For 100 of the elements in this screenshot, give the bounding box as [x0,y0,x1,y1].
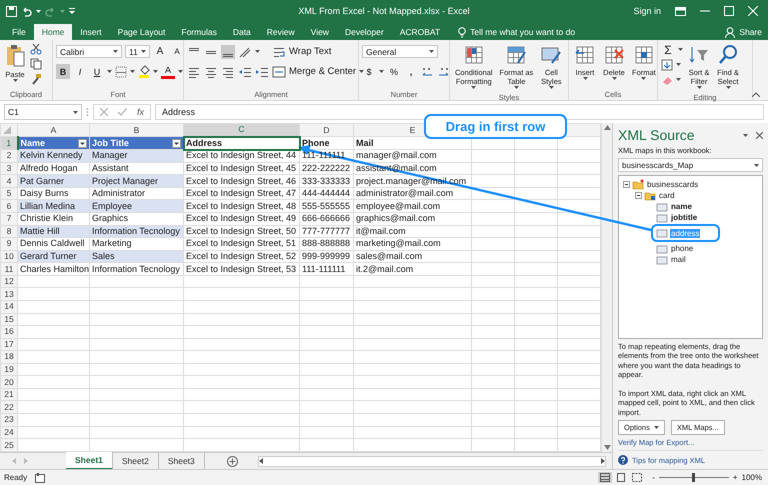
shrink-font-button[interactable]: A [170,44,184,59]
increase-decimal-icon[interactable] [421,65,434,78]
borders-icon[interactable] [115,66,127,78]
normal-view-icon[interactable] [600,473,610,482]
font-size-field[interactable]: 11 [125,45,150,58]
insert-function-button[interactable]: fx [137,107,144,117]
zoom-out-button[interactable]: - [652,473,655,482]
row-header[interactable]: 1 [0,136,18,150]
row-header[interactable]: 12 [0,275,18,288]
copy-icon[interactable] [30,58,42,70]
caret-icon[interactable] [726,86,730,89]
undo-icon[interactable] [21,6,32,16]
row-header[interactable]: 13 [0,288,18,300]
caret-icon[interactable] [676,63,681,66]
save-icon[interactable] [6,6,17,16]
caret-icon[interactable] [113,50,118,53]
caret-icon[interactable] [514,86,519,89]
page-break-icon[interactable] [632,473,642,482]
caret-icon[interactable] [36,10,41,12]
ribbon-tab[interactable]: Page Layout [110,24,174,40]
row-header[interactable]: 8 [0,225,18,238]
tree-item[interactable]: mail [670,255,687,264]
row-header[interactable]: 24 [0,426,18,439]
macro-record-icon[interactable] [35,472,46,482]
caret-icon[interactable] [654,426,659,429]
tree-item[interactable]: name [670,202,693,211]
sign-in-link[interactable]: Sign in [633,6,661,16]
comma-button[interactable]: , [404,64,418,79]
ribbon-display-icon[interactable] [675,6,686,16]
row-header[interactable]: 6 [0,200,18,212]
collapse-ribbon-icon[interactable] [752,92,760,97]
caret-icon[interactable] [548,86,554,89]
caret-icon[interactable] [130,70,135,73]
autosum-button[interactable]: Σ [661,42,675,57]
row-header[interactable]: 20 [0,376,18,388]
ribbon-tab[interactable]: ACROBAT [392,24,448,40]
currency-button[interactable]: $ [362,64,376,79]
add-sheet-icon[interactable] [226,456,238,466]
caret-icon[interactable] [696,86,702,89]
row-header[interactable]: 9 [0,238,18,250]
row-header[interactable]: 3 [0,162,18,175]
row-header[interactable]: 18 [0,350,18,364]
filter-button-icon[interactable] [78,138,87,148]
paintbrush-icon[interactable] [30,73,42,85]
wrap-text-button[interactable]: Wrap Text [289,46,332,57]
percent-button[interactable]: % [387,64,401,79]
decrease-decimal-icon[interactable] [437,65,450,78]
row-header[interactable]: 4 [0,174,18,188]
caret-icon[interactable] [141,50,146,53]
sheet-tab[interactable]: Sheet1 [66,452,113,470]
scroll-down-icon[interactable] [604,445,610,450]
caret-icon[interactable] [612,77,616,80]
row-header[interactable]: 17 [0,338,18,351]
column-header[interactable]: A [18,124,90,137]
row-header[interactable]: 16 [0,326,18,338]
caret-icon[interactable] [678,48,683,51]
column-header[interactable]: B [90,124,184,137]
caret-icon[interactable] [255,50,260,53]
scissors-icon[interactable] [30,43,42,55]
row-header[interactable]: 14 [0,300,18,313]
bold-button[interactable]: B [56,64,70,79]
tree-item[interactable]: phone [670,244,694,253]
caret-icon[interactable] [743,134,748,136]
align-bottom-icon[interactable] [221,44,235,58]
column-header[interactable]: D [300,124,354,137]
merge-cells-icon[interactable] [272,64,286,78]
tree-item[interactable]: card [658,191,676,200]
caret-icon[interactable] [73,110,78,114]
caret-icon[interactable] [153,70,158,73]
caret-icon[interactable] [429,50,434,53]
row-header[interactable]: 23 [0,414,18,426]
name-box[interactable]: C1 [4,104,82,120]
check-icon[interactable] [118,108,127,116]
close-icon[interactable] [756,132,763,138]
customize-toolbar-icon[interactable] [69,8,75,14]
caret-icon[interactable] [12,79,18,82]
grow-font-button[interactable]: A [153,44,167,59]
row-header[interactable]: 21 [0,388,18,401]
caret-icon[interactable] [582,77,588,80]
tree-item[interactable]: jobtitle [670,213,698,222]
caret-icon[interactable] [107,70,112,73]
maximize-icon[interactable] [724,6,734,16]
xml-map-dropdown[interactable]: businesscards_Map [618,158,763,172]
ribbon-tab[interactable]: File [4,24,34,40]
ribbon-tab[interactable]: Data [224,24,259,40]
ribbon-tab[interactable]: Home [34,24,72,40]
merge-center-button[interactable]: Merge & Center [289,66,356,77]
expander-icon[interactable] [635,192,642,199]
horizontal-scrollbar[interactable] [258,456,606,466]
row-header[interactable]: 5 [0,187,18,200]
column-header[interactable]: C [184,124,300,137]
scroll-left-icon[interactable] [258,458,263,464]
caret-icon[interactable] [471,86,476,89]
row-header[interactable]: 11 [0,262,18,276]
ribbon-tab[interactable]: Insert [72,24,110,40]
caret-icon[interactable] [379,70,384,73]
page-layout-icon[interactable] [616,473,626,482]
caret-icon[interactable] [676,78,681,81]
row-header[interactable]: 2 [0,150,18,162]
scroll-right-icon[interactable] [601,458,605,464]
